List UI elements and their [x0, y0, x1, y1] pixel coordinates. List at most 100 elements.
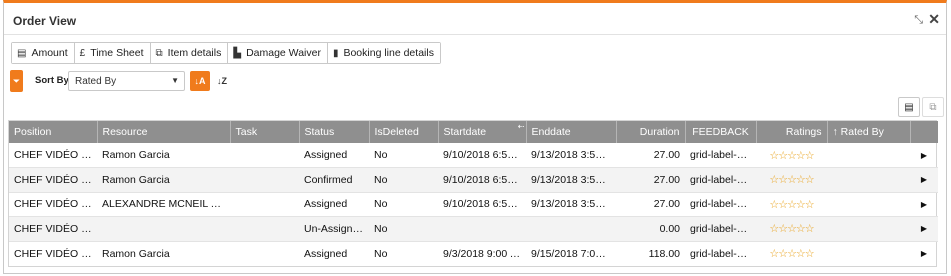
column-header-startdate-label: Startdate	[443, 126, 487, 138]
cell-feedback: grid-label-53...	[685, 191, 756, 217]
table-row[interactable]: CHEF VIDÉO 01 Ramon Garcia Confirmed No 9/10…	[9, 167, 938, 192]
cell-position: CHEF VIDÉO 02	[9, 240, 97, 266]
row-expand-icon[interactable]: ▶	[910, 167, 938, 192]
row-expand-icon[interactable]: ▶	[910, 143, 938, 168]
cell-isdeleted: No	[374, 149, 388, 161]
cell-ratings[interactable]: ☆☆☆☆☆	[756, 167, 827, 192]
tab-label: Booking line details	[343, 47, 434, 59]
order-grid: Position Resource Task Status IsDeleted …	[8, 120, 938, 267]
close-icon[interactable]: ✕	[928, 11, 940, 28]
column-header-isdeleted[interactable]: IsDeleted	[369, 121, 439, 143]
column-header-status[interactable]: Status	[299, 121, 370, 143]
cell-rated-by	[827, 240, 910, 266]
table-row[interactable]: CHEF VIDÉO 03 Ramon Garcia Assigned No 9/10/…	[9, 143, 938, 168]
tab-label: Amount	[31, 47, 68, 59]
cell-feedback: grid-label-53...	[690, 149, 756, 161]
row-expand-icon[interactable]: ▶	[910, 240, 938, 266]
cell-duration: 0.00	[616, 216, 685, 241]
tab-damage-waiver[interactable]: ▙ Damage Waiver	[228, 43, 328, 63]
window-title: Order View	[13, 14, 77, 28]
cell-task	[230, 216, 299, 241]
tab-time-sheet[interactable]: £ Time Sheet	[74, 43, 151, 63]
column-header-resource[interactable]: Resource	[97, 121, 231, 143]
cell-startdate: 9/10/2018 6:50 PM	[438, 167, 526, 192]
sort-bar: ⏷ Sort By Rated By ▼ ↓A ↓Z	[10, 69, 240, 93]
tab-booking-line-details[interactable]: ▮ Booking line details	[327, 43, 440, 63]
title-bar: Order View ⤡ ✕	[4, 3, 946, 35]
sort-selected-value: Rated By	[75, 76, 117, 87]
cell-resource: ALEXANDRE MCNEIL TOMEO	[97, 191, 230, 217]
booking-icon: ▮	[332, 47, 339, 59]
column-header-rated-by[interactable]: ↑ Rated By	[827, 121, 911, 143]
column-header-position[interactable]: Position	[9, 121, 98, 143]
chevron-down-icon: ▼	[171, 76, 179, 85]
cell-status: Assigned	[304, 149, 348, 161]
cell-startdate: 9/3/2018 9:00 AM	[438, 240, 526, 266]
column-header-ratings[interactable]: Ratings	[756, 121, 828, 143]
cell-ratings[interactable]: ☆☆☆☆☆	[756, 191, 827, 217]
cell-enddate: 9/13/2018 3:50 AM	[531, 149, 616, 161]
sort-ascending-button[interactable]: ↓A	[190, 71, 210, 91]
column-header-startdate[interactable]: Startdate ⇠	[438, 121, 527, 143]
cell-position: CHEF VIDÉO 01	[9, 216, 97, 241]
cell-ratings[interactable]: ☆☆☆☆☆	[756, 143, 827, 168]
sort-by-select[interactable]: Rated By ▼	[68, 71, 185, 91]
cell-enddate	[526, 216, 616, 241]
column-resize-icon[interactable]: ⇠	[518, 122, 525, 131]
cell-startdate: 9/10/2018 6:50 PM	[438, 191, 526, 217]
cell-enddate: 9/15/2018 7:00 PM	[526, 240, 616, 266]
cell-feedback: grid-label-53...	[685, 216, 756, 241]
cell-task	[230, 167, 299, 192]
grid-body: CHEF VIDÉO 03 Ramon Garcia Assigned No 9/10/…	[9, 143, 938, 266]
table-row[interactable]: CHEF VIDÉO 02 Ramon Garcia Assigned No 9/3/2…	[9, 240, 938, 266]
column-header-actions	[910, 121, 938, 143]
cell-duration: 27.00	[653, 149, 680, 161]
column-header-duration[interactable]: Duration	[616, 121, 686, 143]
damage-waiver-icon: ▙	[233, 47, 242, 59]
cell-isdeleted: No	[369, 240, 438, 266]
sort-descending-button[interactable]: ↓Z	[212, 71, 232, 91]
expand-icon[interactable]: ⤡	[914, 14, 923, 27]
cell-rated-by	[827, 191, 910, 217]
column-header-feedback[interactable]: FEEDBACK	[685, 121, 757, 143]
grid-header-row: Position Resource Task Status IsDeleted …	[9, 121, 938, 143]
export-icon[interactable]: ▤	[898, 97, 920, 117]
cell-status: Un-Assigned	[299, 216, 369, 241]
cell-resource	[97, 216, 230, 241]
sort-by-label: Sort By	[35, 75, 69, 86]
cell-feedback: grid-label-53...	[685, 240, 756, 266]
cell-ratings[interactable]: ☆☆☆☆☆	[756, 216, 827, 241]
column-header-task[interactable]: Task	[230, 121, 300, 143]
filter-icon[interactable]: ⏷	[10, 70, 23, 92]
cell-resource: Ramon Garcia	[97, 167, 230, 192]
detail-tabs: ▤ Amount £ Time Sheet ⧉ Item details ▙ D…	[11, 42, 441, 64]
cell-task	[230, 191, 299, 217]
cell-feedback: grid-label-53...	[685, 167, 756, 192]
cell-position: CHEF VIDÉO 03	[14, 149, 93, 161]
copy-icon[interactable]: ⧉	[922, 97, 944, 117]
cell-isdeleted: No	[369, 216, 438, 241]
column-header-enddate[interactable]: Enddate	[526, 121, 617, 143]
cell-isdeleted: No	[369, 167, 438, 192]
cell-resource: Ramon Garcia	[102, 149, 170, 161]
item-details-icon: ⧉	[155, 47, 163, 59]
cell-position: CHEF VIDÉO 01	[9, 167, 97, 192]
cell-ratings[interactable]: ☆☆☆☆☆	[756, 240, 827, 266]
tab-amount[interactable]: ▤ Amount	[12, 43, 75, 63]
cell-rated-by	[827, 143, 910, 168]
tab-label: Item details	[167, 47, 222, 59]
tab-item-details[interactable]: ⧉ Item details	[150, 43, 229, 63]
row-expand-icon[interactable]: ▶	[910, 216, 938, 241]
cell-enddate: 9/13/2018 3:50 AM	[526, 167, 616, 192]
cell-startdate	[438, 216, 526, 241]
table-row[interactable]: CHEF VIDÉO 02ALEXANDRE MCNEIL TOMEO Assig…	[9, 191, 938, 217]
table-row[interactable]: CHEF VIDÉO 01 Un-Assigned No 0.00 grid-label…	[9, 216, 938, 241]
row-expand-icon[interactable]: ▶	[910, 191, 938, 217]
cell-rated-by	[827, 167, 910, 192]
wallet-icon: ▤	[17, 47, 27, 59]
cell-duration: 27.00	[616, 167, 685, 192]
pound-icon: £	[79, 47, 86, 59]
cell-task	[230, 240, 299, 266]
cell-enddate: 9/13/2018 3:50 AM	[526, 191, 616, 217]
tab-label: Damage Waiver	[246, 47, 321, 59]
